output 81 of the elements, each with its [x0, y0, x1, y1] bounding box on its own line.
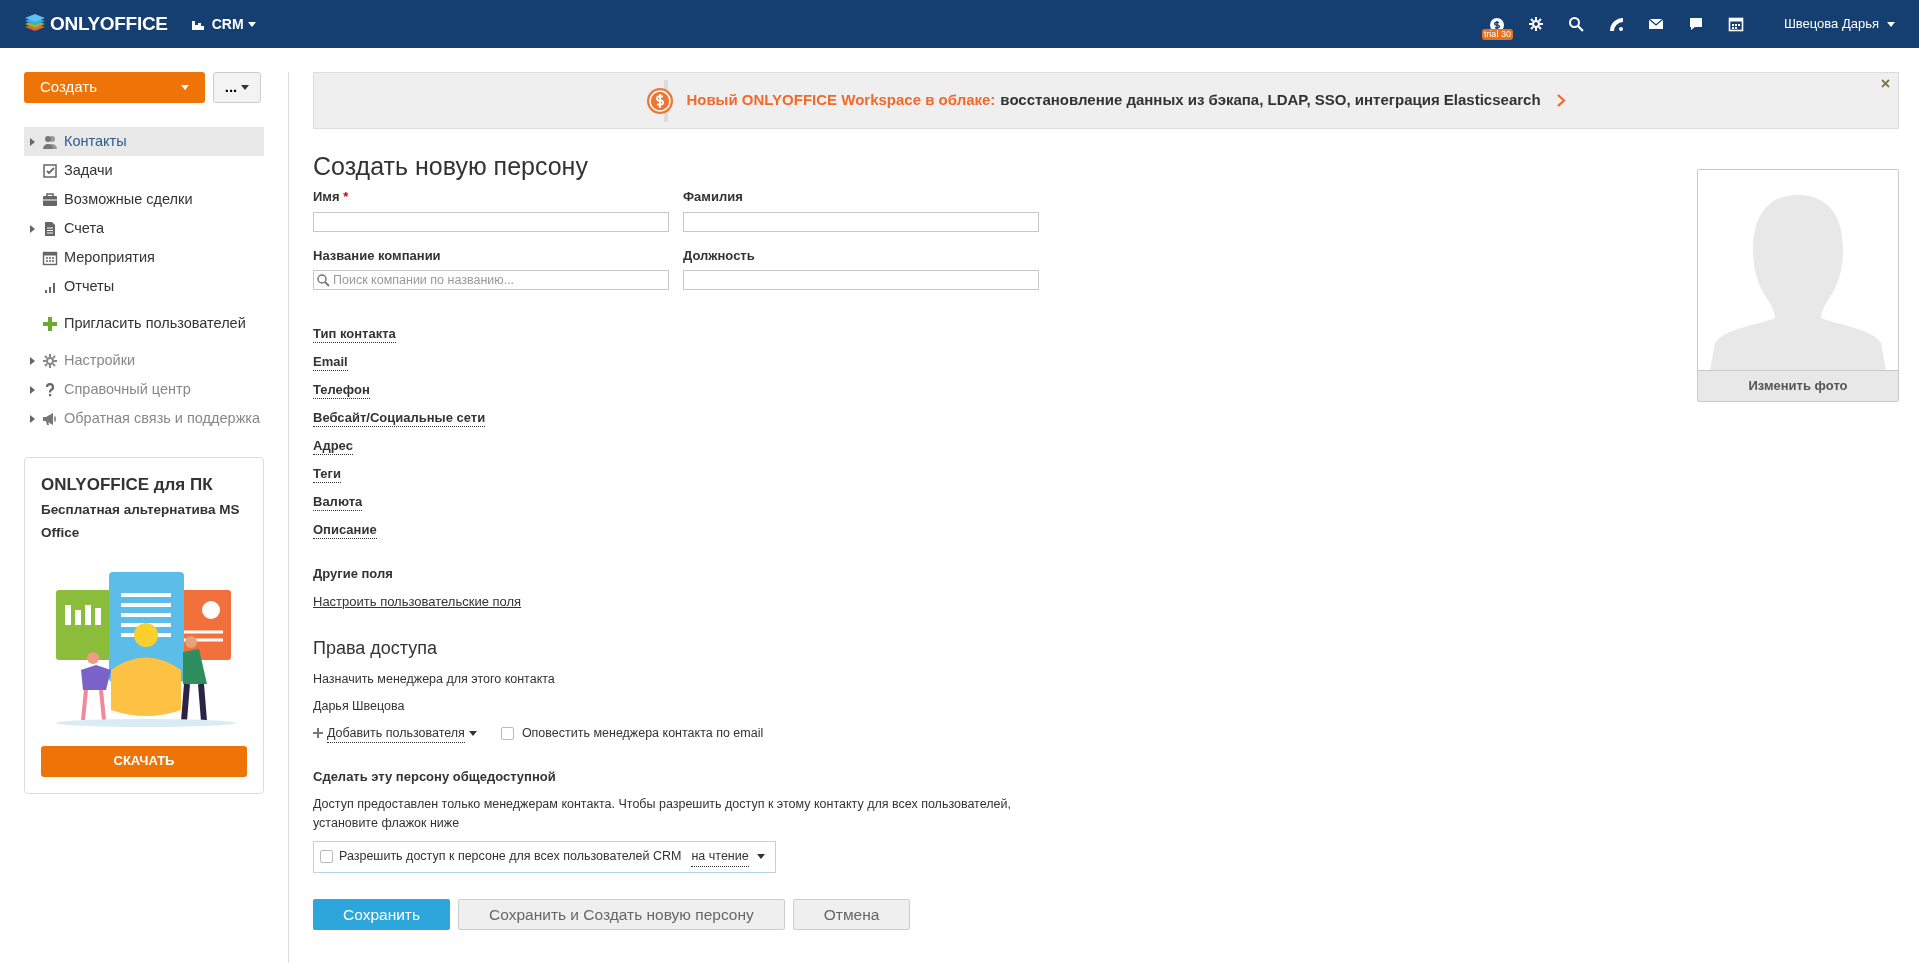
- plus-icon: [42, 315, 58, 332]
- checkbox[interactable]: [500, 726, 514, 740]
- expand-icon[interactable]: [30, 385, 35, 394]
- sidebar-item[interactable]: Возможные сделки: [24, 185, 264, 214]
- access-mode-dropdown[interactable]: на чтение: [691, 846, 765, 867]
- input-field[interactable]: [683, 211, 1039, 232]
- assign-label: Назначить менеджера для этого контакта: [313, 671, 556, 688]
- sidebar-item[interactable]: Настройки: [24, 346, 264, 375]
- field-label: Фамилия: [683, 188, 744, 206]
- caret-icon: [241, 85, 250, 90]
- access-note: Доступ предоставлен только менеджерам контакта. Чтобы разрешить доступ к этому контакту для всех пользователей, установите флажок ниже: [313, 795, 1012, 832]
- user-menu[interactable]: Швецова Дарья: [1783, 14, 1895, 34]
- custom-fields-link[interactable]: Настроить пользовательские поля: [313, 593, 522, 609]
- field-label: Название компании: [313, 246, 442, 265]
- promo-banner[interactable]: Новый ONLYOFFICE Workspace в облаке: восстановление данных из бэкапа, LDAP, SSO, интеграция Elasticsearch: [313, 72, 1899, 129]
- section-link[interactable]: Телефон: [313, 382, 370, 399]
- feed-icon[interactable]: [1607, 16, 1624, 32]
- search-icon[interactable]: [1567, 16, 1584, 32]
- section-link[interactable]: Email: [313, 354, 348, 371]
- mail-icon[interactable]: [1647, 16, 1664, 32]
- module-menu[interactable]: CRM: [191, 13, 256, 35]
- action-button[interactable]: Отмена: [792, 898, 911, 930]
- sidebar-item[interactable]: Обратная связь и поддержка: [24, 404, 264, 433]
- megaphone-icon: [42, 410, 58, 427]
- invite-link[interactable]: Пригласить пользователей: [24, 309, 264, 338]
- checkbox-label: Разрешить доступ к персоне для всех пользователей CRM: [339, 848, 682, 866]
- input-field[interactable]: [313, 211, 669, 232]
- section-link[interactable]: Теги: [313, 466, 341, 483]
- expand-icon[interactable]: [30, 356, 35, 365]
- checkbox[interactable]: [320, 850, 333, 864]
- plus-icon: [313, 728, 323, 739]
- checkbox-label: Оповестить менеджера контакта по email: [521, 725, 764, 742]
- sidebar-item[interactable]: Контакты: [24, 127, 264, 156]
- contacts-icon: [42, 133, 58, 150]
- action-button[interactable]: Сохранить и Создать новую персону: [458, 898, 785, 930]
- section-link[interactable]: Тип контакта: [313, 326, 396, 343]
- section-heading: Другие поля: [313, 565, 394, 583]
- field-label: Имя *: [313, 188, 350, 206]
- checkbox-icon: [42, 162, 58, 179]
- briefcase-icon: [42, 191, 58, 208]
- caret-icon: [181, 85, 189, 90]
- sidebar-item[interactable]: Мероприятия: [24, 243, 264, 272]
- chevron-icon[interactable]: [1556, 94, 1566, 107]
- document-icon: [42, 220, 58, 237]
- page-title: Создать новую персону: [313, 151, 589, 181]
- field-label: Должность: [683, 246, 756, 265]
- sidebar-item[interactable]: Счета: [24, 214, 264, 243]
- caret-icon: [468, 730, 477, 736]
- input-field[interactable]: [683, 270, 1039, 290]
- manager-name: Дарья Швецова: [313, 697, 406, 715]
- expand-icon[interactable]: [30, 414, 35, 423]
- section-link[interactable]: Адрес: [313, 438, 353, 455]
- section-link[interactable]: Описание: [313, 522, 377, 539]
- gear-icon: [42, 352, 58, 369]
- trial-badge: trial 30: [1481, 29, 1513, 41]
- sidebar-item[interactable]: Отчеты: [24, 272, 264, 301]
- section-link[interactable]: Валюта: [313, 494, 363, 511]
- chart-icon: [191, 18, 204, 30]
- gear-icon[interactable]: [1527, 16, 1544, 32]
- close-icon[interactable]: [1881, 79, 1890, 88]
- logo-text: ONLYOFFICE: [50, 11, 168, 36]
- expand-icon[interactable]: [30, 137, 35, 146]
- promo-subtitle: Бесплатная альтернатива MS Office: [41, 500, 241, 542]
- calendar-icon: [42, 249, 58, 266]
- more-button[interactable]: ...: [213, 72, 261, 103]
- sidebar-item[interactable]: Задачи: [24, 156, 264, 185]
- change-photo-button[interactable]: Изменить фото: [1698, 370, 1898, 401]
- section-title: Права доступа: [313, 637, 439, 660]
- caret-icon: [1887, 21, 1895, 27]
- section-link[interactable]: Вебсайт/Социальные сети: [313, 410, 486, 427]
- calendar-icon[interactable]: [1727, 16, 1744, 32]
- caret-icon: [756, 854, 765, 860]
- chat-icon[interactable]: [1687, 16, 1704, 32]
- caret-icon: [247, 21, 256, 27]
- search-field[interactable]: Поиск компании по названию...: [313, 270, 669, 290]
- promo-title: ONLYOFFICE для ПК: [41, 474, 214, 496]
- section-heading: Сделать эту персону общедоступной: [313, 768, 557, 787]
- banner-text: Новый ONLYOFFICE Workspace в облаке: восстановление данных из бэкапа, LDAP, SSO, интеграция Elasticsearch: [686, 90, 1541, 111]
- expand-icon[interactable]: [30, 224, 35, 233]
- add-user-link[interactable]: Добавить пользователя: [313, 723, 477, 744]
- sidebar-item[interactable]: Справочный центр: [24, 375, 264, 404]
